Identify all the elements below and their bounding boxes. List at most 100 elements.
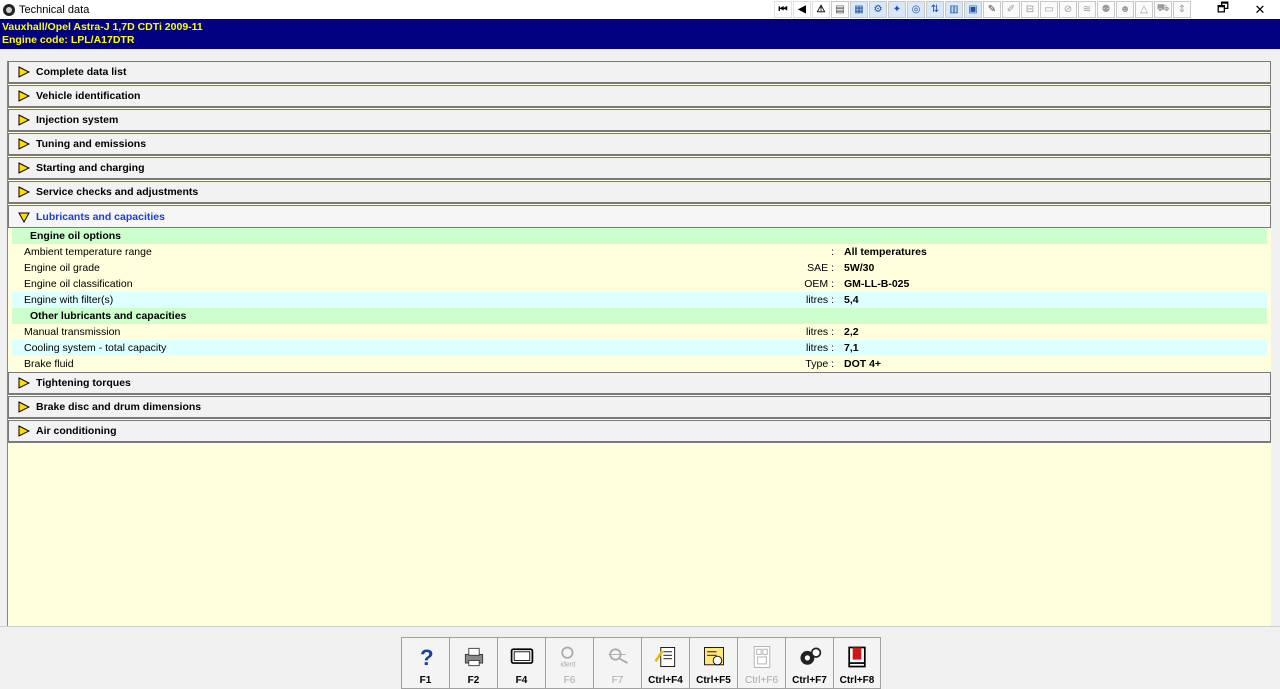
- ident-icon: ident: [555, 642, 585, 672]
- airbag-icon[interactable]: ⚉: [1097, 1, 1115, 18]
- printer-icon: [459, 642, 489, 672]
- warning-icon[interactable]: ⚠: [812, 1, 830, 18]
- exit-icon: [842, 642, 872, 672]
- section-tuning-and-emissions[interactable]: Tuning and emissions: [8, 133, 1271, 156]
- brush-icon[interactable]: ✐: [1002, 1, 1020, 18]
- section-starting-and-charging[interactable]: Starting and charging: [8, 157, 1271, 180]
- chart-icon[interactable]: ▥: [945, 1, 963, 18]
- row-label: Engine oil classification: [24, 278, 133, 290]
- row-label: Manual transmission: [24, 326, 121, 338]
- section-injection-system[interactable]: Injection system: [8, 109, 1271, 132]
- title-bar: Technical data ⏮ ◀ ⚠ ▤ ▦ ⚙ ✦ ◎ ⇅ ▥ ▣ ✎ ✐ ⊟ ▭ ⊘ ≋ ⚉ ☻ △ ⛟ ⇕ 🗗 …: [0, 0, 1280, 19]
- section-label: Tightening torques: [36, 377, 131, 389]
- resize-icon[interactable]: ⇕: [1173, 1, 1191, 18]
- exit-button[interactable]: Ctrl+F8: [833, 637, 881, 689]
- row-value: 5,4: [844, 294, 859, 306]
- data-row: Brake fluid Type : DOT 4+: [12, 356, 1267, 372]
- fkey-label: F6: [563, 675, 576, 686]
- group-title: Other lubricants and capacities: [12, 308, 1267, 324]
- fuse-icon[interactable]: ⊟: [1021, 1, 1039, 18]
- compare-icon: [747, 642, 777, 672]
- diagram-icon[interactable]: ▦: [850, 1, 868, 18]
- vehicle-header: Vauxhall/Opel Astra-J 1,7D CDTi 2009-11 …: [0, 19, 1280, 49]
- section-label: Service checks and adjustments: [36, 186, 199, 198]
- screen-button[interactable]: F4: [497, 637, 545, 689]
- expand-arrow-icon: [18, 114, 30, 126]
- collapse-arrow-icon: [18, 212, 30, 223]
- fkey-label: F4: [515, 675, 528, 686]
- vehicle-model: Vauxhall/Opel Astra-J 1,7D CDTi 2009-11: [2, 21, 203, 33]
- back-icon[interactable]: ◀: [793, 1, 811, 18]
- fkey-label: Ctrl+F7: [792, 675, 827, 686]
- monitor-icon: [507, 642, 537, 672]
- section-service-checks-and-adjustments[interactable]: Service checks and adjustments: [8, 181, 1271, 204]
- section-label: Injection system: [36, 114, 119, 126]
- steering-icon[interactable]: ⊘: [1059, 1, 1077, 18]
- expand-arrow-icon: [18, 66, 30, 78]
- expand-arrow-icon: [18, 90, 30, 102]
- fkey-label: Ctrl+F8: [839, 675, 875, 686]
- car-icon[interactable]: ⛟: [1154, 1, 1172, 18]
- top-toolbar: ⏮ ◀ ⚠ ▤ ▦ ⚙ ✦ ◎ ⇅ ▥ ▣ ✎ ✐ ⊟ ▭ ⊘ ≋ ⚉ ☻ △ ⛟ ⇕: [774, 1, 1191, 18]
- magnifier-icon: [603, 642, 633, 672]
- wiper-icon[interactable]: ≋: [1078, 1, 1096, 18]
- section-label: Air conditioning: [36, 425, 117, 437]
- expand-arrow-icon: [18, 186, 30, 198]
- row-value: GM-LL-B-025: [844, 278, 910, 290]
- expand-arrow-icon: [18, 425, 30, 437]
- document-icon[interactable]: ▤: [831, 1, 849, 18]
- row-unit: litres :: [805, 326, 834, 338]
- lift-icon[interactable]: ⇅: [926, 1, 944, 18]
- row-unit: Type :: [805, 358, 834, 370]
- section-complete-data-list[interactable]: Complete data list: [8, 61, 1271, 84]
- expand-arrow-icon: [18, 138, 30, 150]
- notes-button[interactable]: Ctrl+F4: [641, 637, 689, 689]
- tyre-icon[interactable]: ◎: [907, 1, 925, 18]
- maintenance-icon[interactable]: ✦: [888, 1, 906, 18]
- lamp-icon[interactable]: ▭: [1040, 1, 1058, 18]
- section-label: Starting and charging: [36, 162, 145, 174]
- fkey-label: Ctrl+F5: [696, 675, 731, 686]
- tool-icon[interactable]: ✎: [983, 1, 1001, 18]
- section-lubricants-and-capacities[interactable]: Lubricants and capacities: [8, 205, 1271, 228]
- fkey-label: F1: [419, 675, 432, 686]
- calendar-icon[interactable]: ▣: [964, 1, 982, 18]
- hazard-icon[interactable]: △: [1135, 1, 1153, 18]
- compare-button[interactable]: Ctrl+F6: [737, 637, 785, 689]
- restore-icon[interactable]: 🗗: [1206, 0, 1240, 19]
- person-icon[interactable]: ☻: [1116, 1, 1134, 18]
- data-row: Engine oil classification OEM : GM-LL-B-02…: [12, 276, 1267, 292]
- section-label: Tuning and emissions: [36, 138, 147, 150]
- row-label: Ambient temperature range: [24, 246, 152, 258]
- section-air-conditioning[interactable]: Air conditioning: [8, 420, 1271, 443]
- data-row: Engine oil grade SAE : 5W/30: [12, 260, 1267, 276]
- help-button[interactable]: ? F1: [401, 637, 449, 689]
- row-value: DOT 4+: [844, 358, 882, 370]
- row-unit: litres :: [805, 342, 834, 354]
- technical-data-panel: Complete data list Vehicle identification…: [7, 61, 1271, 626]
- section-tightening-torques[interactable]: Tightening torques: [8, 372, 1271, 395]
- expand-arrow-icon: [18, 401, 30, 413]
- svg-text:?: ?: [419, 645, 433, 670]
- section-brake-disc-and-drum-dimensions[interactable]: Brake disc and drum dimensions: [8, 396, 1271, 419]
- data-button[interactable]: Ctrl+F5: [689, 637, 737, 689]
- ident-button[interactable]: ident F6: [545, 637, 593, 689]
- section-label: Lubricants and capacities: [36, 210, 165, 223]
- group-title: Engine oil options: [12, 228, 1267, 244]
- function-key-bar: ? F1 F2 F4 ident F6 F7 Ctrl+F4 Ctrl+F5 Ctrl+F6 Ctr…: [0, 626, 1280, 689]
- settings-button[interactable]: Ctrl+F7: [785, 637, 833, 689]
- close-icon[interactable]: ✕: [1243, 0, 1277, 19]
- row-unit: litres :: [805, 294, 834, 306]
- first-page-icon[interactable]: ⏮: [774, 1, 792, 18]
- print-button[interactable]: F2: [449, 637, 497, 689]
- row-label: Cooling system - total capacity: [24, 342, 167, 354]
- search-button[interactable]: F7: [593, 637, 641, 689]
- data-row: Manual transmission litres : 2,2: [12, 324, 1267, 340]
- fkey-label: F2: [467, 675, 480, 686]
- row-label: Engine oil grade: [24, 262, 100, 274]
- row-unit: :: [831, 246, 834, 258]
- help-icon: ?: [411, 642, 441, 672]
- engine-icon[interactable]: ⚙: [869, 1, 887, 18]
- row-label: Engine with filter(s): [24, 294, 114, 306]
- section-vehicle-identification[interactable]: Vehicle identification: [8, 85, 1271, 108]
